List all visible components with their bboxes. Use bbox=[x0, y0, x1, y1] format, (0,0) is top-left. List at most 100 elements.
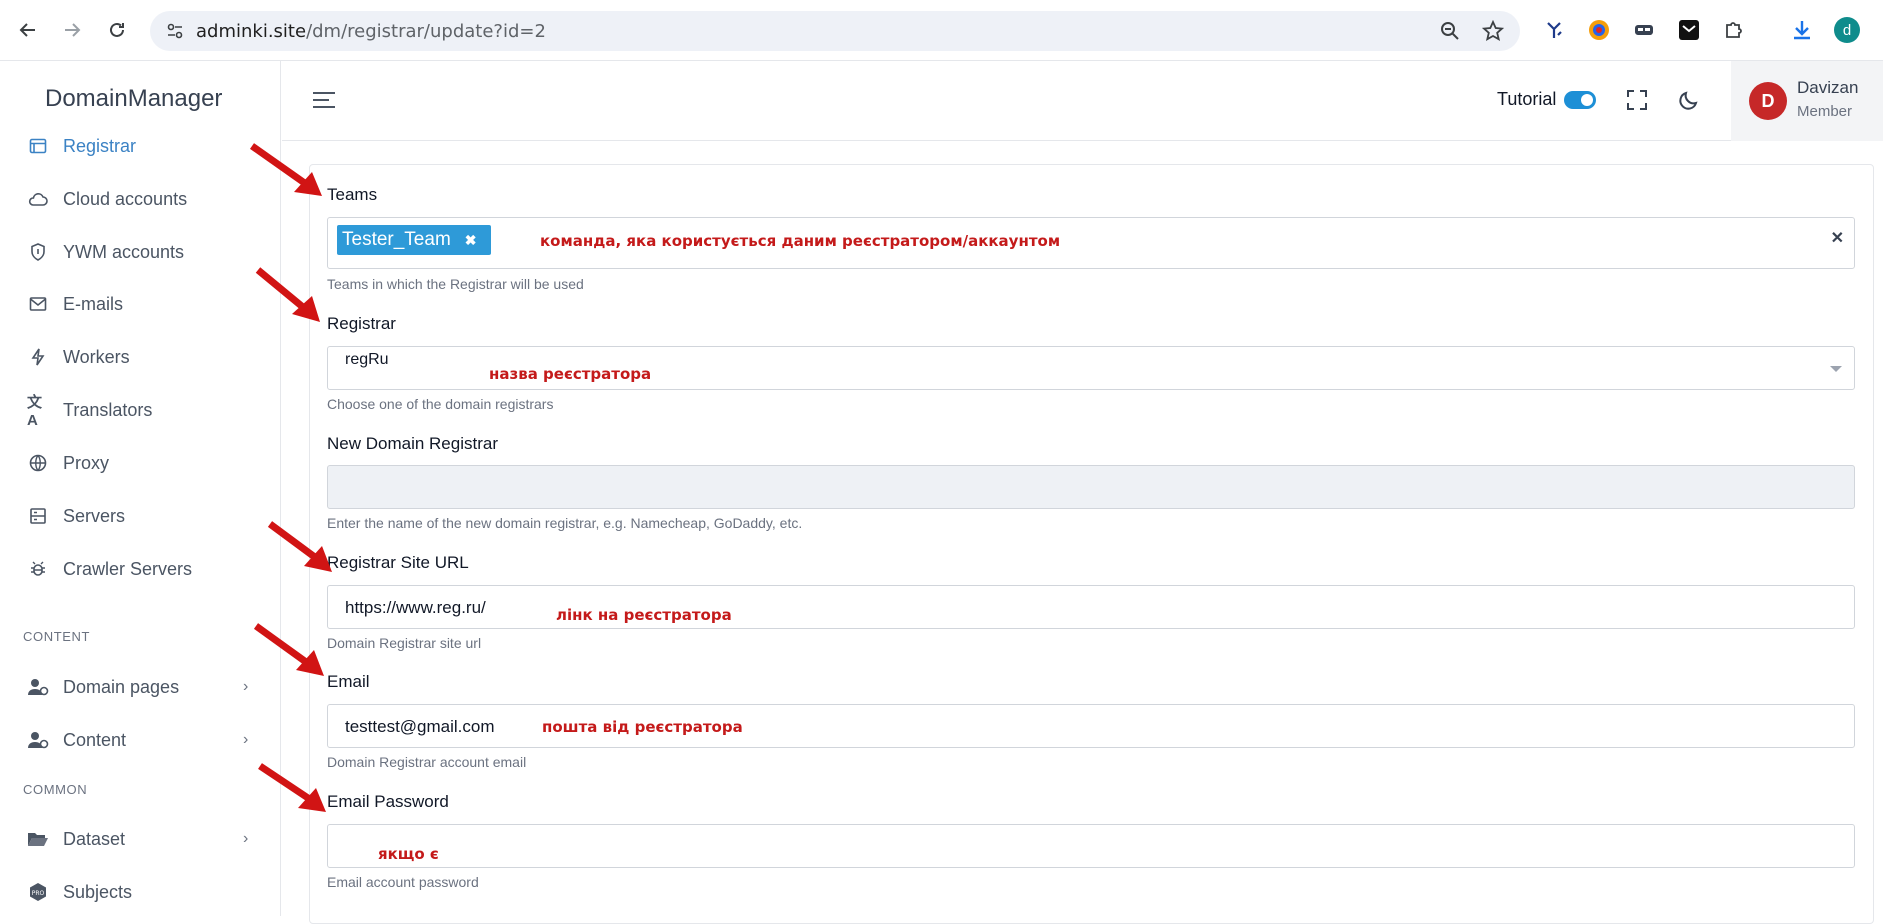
new-registrar-input[interactable] bbox=[327, 465, 1855, 509]
url-text: adminki.site/dm/registrar/update?id=2 bbox=[196, 21, 546, 42]
annotation-arrow-icon bbox=[249, 143, 322, 196]
chevron-right-icon: › bbox=[243, 830, 249, 847]
lightning-icon bbox=[27, 346, 49, 368]
email-help: Domain Registrar account email bbox=[327, 754, 527, 770]
sidebar-item-label: Crawler Servers bbox=[63, 558, 193, 579]
users-gear-icon bbox=[27, 676, 49, 698]
sidebar-item-e-mails[interactable]: E-mails bbox=[0, 284, 281, 324]
download-icon[interactable] bbox=[1789, 17, 1815, 43]
sidebar-item-label: Subjects bbox=[63, 881, 133, 902]
tutorial-label: Tutorial bbox=[1497, 89, 1557, 109]
annotation-registrar: назва реєстратора bbox=[489, 365, 652, 383]
sidebar-item-label: Registrar bbox=[63, 135, 137, 156]
bookmark-star-icon[interactable] bbox=[1481, 19, 1505, 47]
user-name: Davizan bbox=[1797, 78, 1859, 97]
dark-mode-moon-icon[interactable] bbox=[1676, 87, 1702, 113]
team-chip-label: Tester_Team bbox=[342, 229, 451, 250]
new-registrar-label: New Domain Registrar bbox=[327, 434, 498, 453]
bug-icon bbox=[27, 558, 49, 580]
sidebar-item-proxy[interactable]: Proxy bbox=[0, 443, 281, 483]
annotation-arrow-icon bbox=[255, 267, 320, 322]
sidebar-item-label: Proxy bbox=[63, 452, 110, 473]
site-info-icon[interactable] bbox=[166, 22, 184, 45]
clear-selection-icon[interactable]: ✕ bbox=[1831, 228, 1844, 248]
sidebar-item-label: Workers bbox=[63, 346, 130, 367]
browser-window-icon bbox=[27, 135, 49, 157]
teams-label: Teams bbox=[327, 185, 378, 204]
url-host: adminki.site bbox=[196, 21, 307, 42]
annotation-email: пошта від реєстратора bbox=[542, 718, 743, 736]
url-path: /dm/registrar/update?id=2 bbox=[306, 21, 546, 42]
site-url-help: Domain Registrar site url bbox=[327, 635, 482, 651]
shield-icon bbox=[27, 241, 49, 263]
extension-fork-icon[interactable] bbox=[1541, 17, 1567, 43]
toggle-knob bbox=[1581, 94, 1593, 106]
sidebar-item-label: Servers bbox=[63, 505, 126, 526]
sidebar-item-translators[interactable]: 文A Translators bbox=[0, 390, 281, 430]
teams-help: Teams in which the Registrar will be use… bbox=[327, 276, 584, 292]
sidebar-item-subjects[interactable]: PRO Subjects bbox=[0, 872, 281, 912]
zoom-icon[interactable] bbox=[1440, 21, 1460, 46]
sidebar-item-label: Domain pages bbox=[63, 676, 180, 697]
translate-icon: 文A bbox=[27, 394, 43, 429]
forward-arrow-icon[interactable] bbox=[58, 16, 86, 44]
email-password-help: Email account password bbox=[327, 874, 479, 890]
registrar-label: Registrar bbox=[327, 314, 396, 333]
registrar-help: Choose one of the domain registrars bbox=[327, 396, 554, 412]
tutorial-toggle[interactable] bbox=[1564, 91, 1596, 109]
section-header-content: CONTENT bbox=[23, 629, 91, 644]
menu-toggle-icon[interactable] bbox=[312, 91, 336, 114]
sidebar-item-label: Translators bbox=[63, 399, 153, 420]
cloud-icon bbox=[27, 188, 49, 210]
chevron-right-icon: › bbox=[243, 731, 249, 748]
mail-icon bbox=[27, 293, 49, 315]
dropdown-caret-icon bbox=[1830, 366, 1842, 372]
email-value: testtest@gmail.com bbox=[345, 717, 495, 736]
annotation-arrow-icon bbox=[253, 623, 324, 676]
back-arrow-icon[interactable] bbox=[14, 16, 42, 44]
sidebar-item-servers[interactable]: Servers bbox=[0, 496, 281, 536]
sidebar-item-content[interactable]: Content › bbox=[0, 720, 281, 760]
app-header: Tutorial D Davizan Member bbox=[282, 61, 1883, 141]
email-label: Email bbox=[327, 672, 370, 691]
user-menu[interactable]: D Davizan Member bbox=[1731, 61, 1883, 141]
avatar: D bbox=[1749, 82, 1787, 120]
extension-color-icon[interactable] bbox=[1586, 17, 1612, 43]
user-role: Member bbox=[1797, 103, 1853, 120]
email-password-label: Email Password bbox=[327, 792, 449, 811]
extension-mail-icon[interactable] bbox=[1676, 17, 1702, 43]
browser-toolbar: adminki.site/dm/registrar/update?id=2 d bbox=[0, 0, 1883, 61]
new-registrar-help: Enter the name of the new domain registr… bbox=[327, 515, 803, 531]
sidebar-item-label: E-mails bbox=[63, 293, 124, 314]
sidebar: DomainManager Registrar Cloud accounts Y… bbox=[0, 61, 281, 916]
brand-logo[interactable]: DomainManager bbox=[45, 85, 222, 113]
folder-open-icon bbox=[27, 828, 49, 850]
extension-mask-icon[interactable] bbox=[1631, 17, 1657, 43]
sidebar-item-dataset[interactable]: Dataset › bbox=[0, 819, 281, 859]
site-url-label: Registrar Site URL bbox=[327, 553, 469, 572]
globe-icon bbox=[27, 452, 49, 474]
fullscreen-icon[interactable] bbox=[1624, 87, 1650, 113]
server-icon bbox=[27, 505, 49, 527]
sidebar-item-label: Cloud accounts bbox=[63, 188, 188, 209]
svg-text:PRO: PRO bbox=[32, 890, 45, 897]
email-password-input[interactable] bbox=[327, 824, 1855, 868]
chevron-right-icon: › bbox=[243, 678, 249, 695]
extensions-puzzle-icon[interactable] bbox=[1721, 17, 1747, 43]
sidebar-item-crawler-servers[interactable]: Crawler Servers bbox=[0, 549, 281, 589]
section-header-common: COMMON bbox=[23, 782, 88, 797]
reload-icon[interactable] bbox=[103, 16, 131, 44]
annotation-teams: команда, яка користується даним реєстрат… bbox=[540, 232, 1061, 250]
address-bar[interactable]: adminki.site/dm/registrar/update?id=2 bbox=[150, 11, 1520, 51]
sidebar-item-workers[interactable]: Workers bbox=[0, 337, 281, 377]
annotation-arrow-icon bbox=[267, 521, 332, 572]
sidebar-item-registrar[interactable]: Registrar bbox=[0, 126, 281, 166]
team-chip: Tester_Team ✖ bbox=[337, 225, 491, 255]
annotation-site-url: лінк на реєстратора bbox=[556, 606, 732, 624]
annotation-email-password: якщо є bbox=[378, 845, 439, 863]
profile-avatar[interactable]: d bbox=[1834, 17, 1860, 43]
chip-remove-icon[interactable]: ✖ bbox=[465, 232, 477, 249]
sidebar-item-domain-pages[interactable]: Domain pages › bbox=[0, 667, 281, 707]
sidebar-item-cloud-accounts[interactable]: Cloud accounts bbox=[0, 179, 281, 219]
sidebar-item-ywm-accounts[interactable]: YWM accounts bbox=[0, 232, 281, 272]
